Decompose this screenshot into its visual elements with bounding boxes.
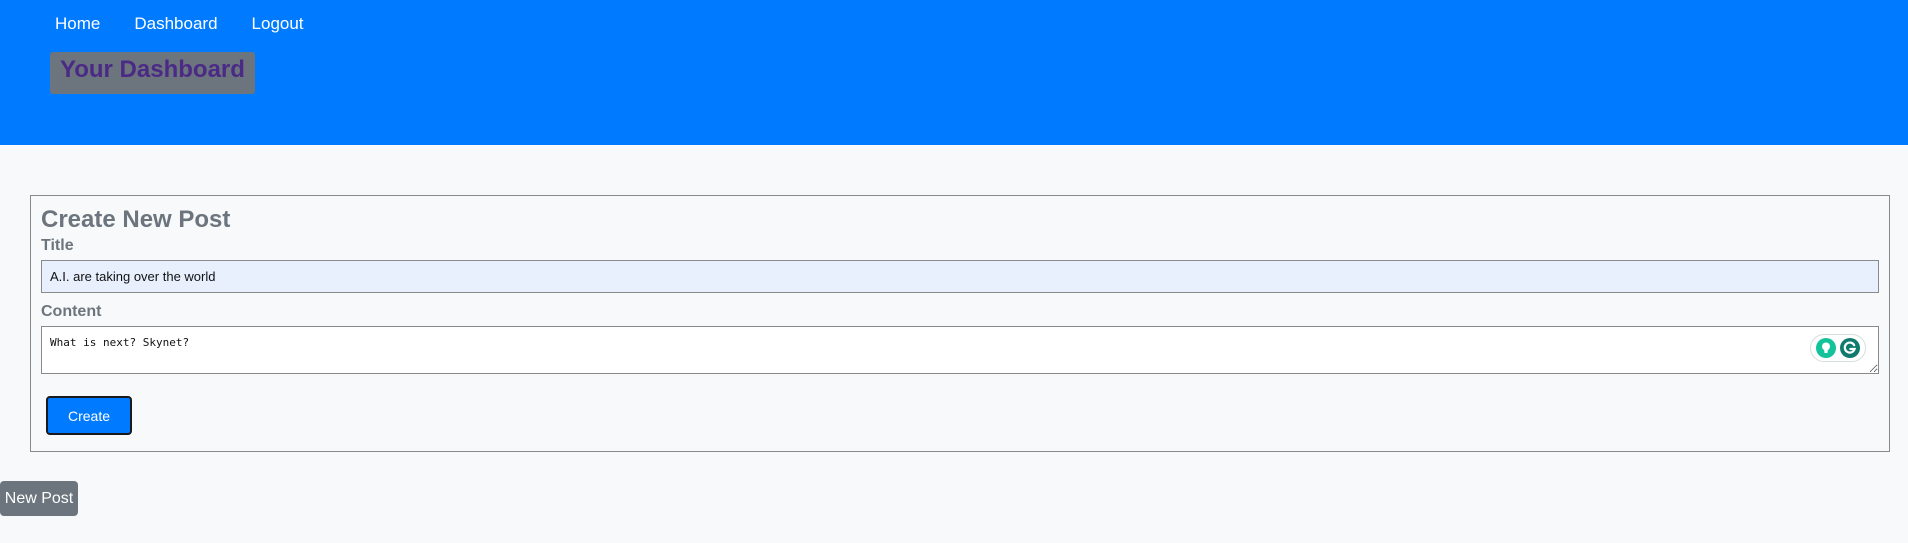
form-heading: Create New Post bbox=[41, 206, 231, 233]
content-textarea[interactable]: What is next? Skynet? bbox=[41, 326, 1879, 374]
content-label: Content bbox=[41, 303, 102, 320]
lightbulb-icon[interactable] bbox=[1816, 338, 1836, 358]
page-title: Your Dashboard bbox=[50, 52, 255, 94]
create-button[interactable]: Create bbox=[46, 396, 132, 435]
nav-link-dashboard[interactable]: Dashboard bbox=[134, 14, 217, 34]
grammarly-icon[interactable] bbox=[1840, 338, 1860, 358]
nav-link-home[interactable]: Home bbox=[55, 14, 100, 34]
nav-link-logout[interactable]: Logout bbox=[252, 14, 304, 34]
grammar-extension-widget[interactable] bbox=[1810, 334, 1866, 362]
create-post-form: Create New Post Title Content What is ne… bbox=[30, 195, 1890, 452]
new-post-button[interactable]: New Post bbox=[0, 481, 78, 516]
header-bar: Home Dashboard Logout Your Dashboard bbox=[0, 0, 1908, 145]
title-input[interactable] bbox=[41, 260, 1879, 293]
top-nav: Home Dashboard Logout bbox=[55, 14, 338, 34]
title-label: Title bbox=[41, 237, 74, 254]
